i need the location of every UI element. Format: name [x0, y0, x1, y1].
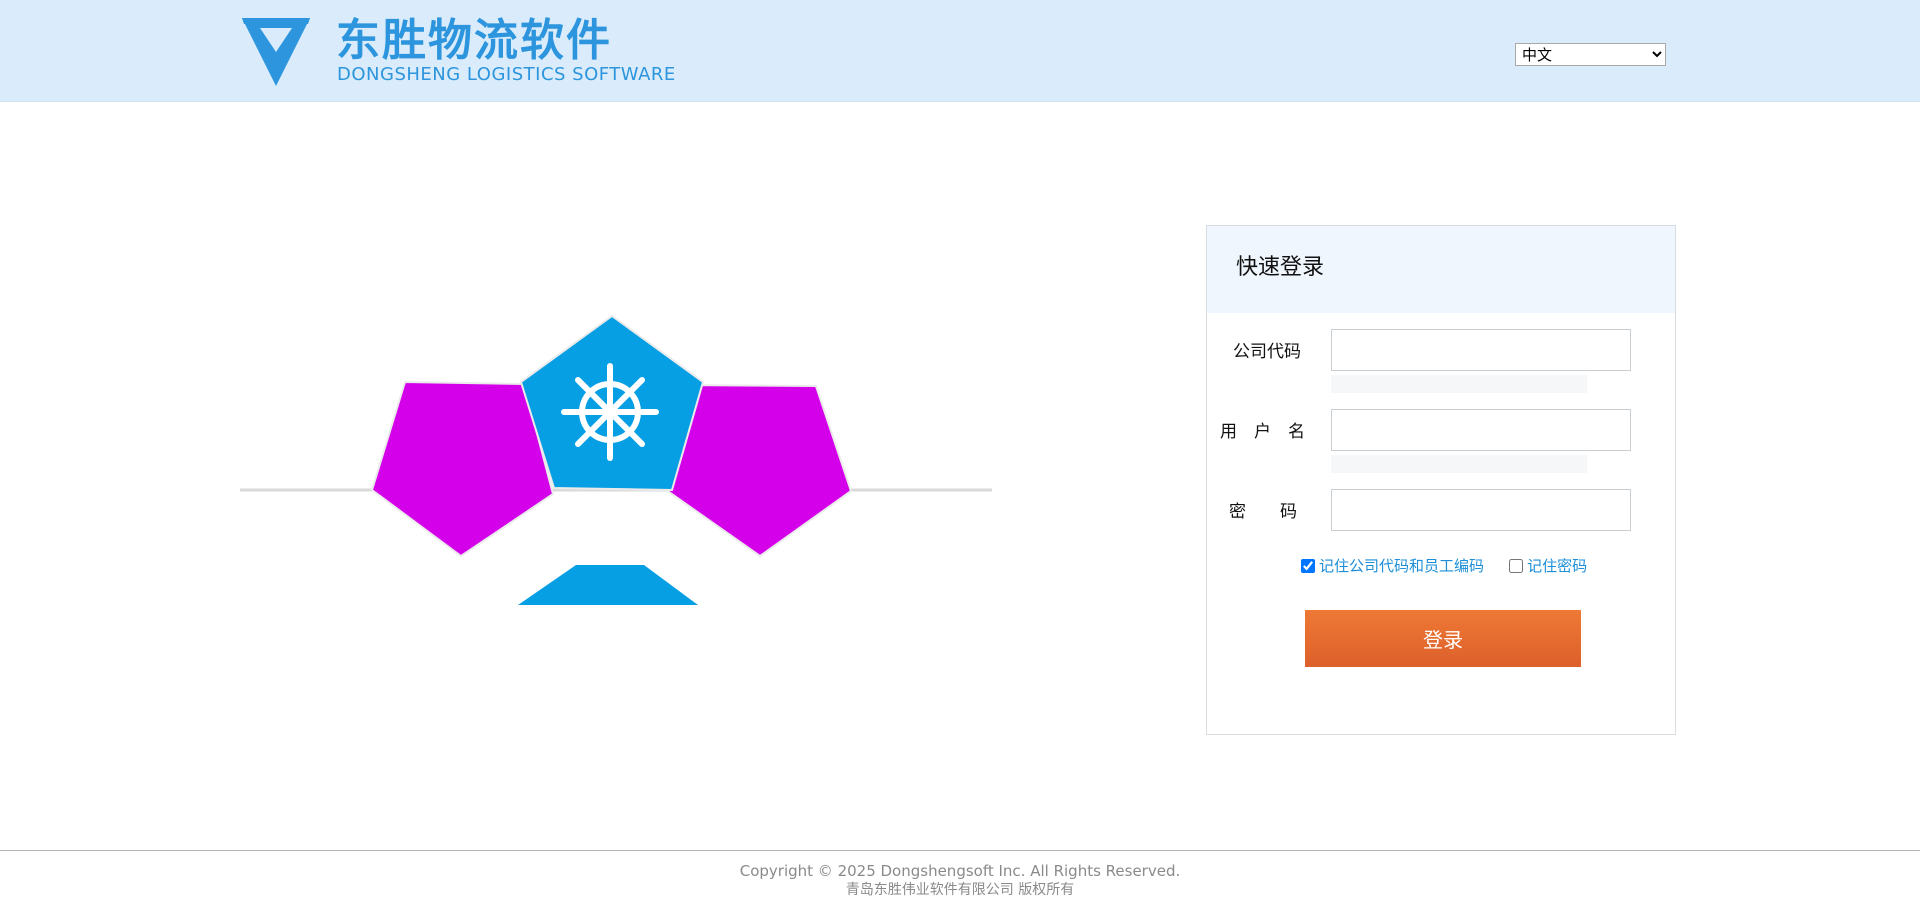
ship-wheel-icon: [561, 363, 659, 461]
company-code-hint: [1331, 375, 1587, 393]
remember-company-option[interactable]: 记住公司代码和员工编码: [1301, 555, 1484, 576]
diamond-logo-icon: [242, 18, 310, 86]
hero-illustration: [240, 314, 992, 605]
company-code-input[interactable]: [1331, 329, 1631, 371]
login-header: 快速登录: [1207, 226, 1675, 313]
password-input[interactable]: [1331, 489, 1631, 531]
logo-chinese-text: 东胜物流软件: [336, 15, 612, 66]
hero-left-pentagon: [370, 380, 555, 558]
username-input[interactable]: [1331, 409, 1631, 451]
footer-company: 青岛东胜伟业软件有限公司 版权所有: [845, 882, 1075, 898]
remember-password-checkbox[interactable]: [1509, 558, 1524, 573]
header-bar: 东胜物流软件 DONGSHENG LOGISTICS SOFTWARE 中文: [0, 0, 1920, 102]
remember-company-checkbox[interactable]: [1301, 558, 1315, 573]
password-label: 密 码: [1229, 502, 1297, 522]
username-hint: [1331, 455, 1587, 473]
remember-password-label[interactable]: 记住密码: [1527, 555, 1587, 576]
username-label: 用 户 名: [1220, 422, 1305, 442]
footer-divider: [0, 850, 1920, 851]
company-code-label: 公司代码: [1233, 342, 1301, 362]
footer-copyright: Copyright © 2025 Dongshengsoft Inc. All …: [739, 862, 1181, 880]
remember-password-option[interactable]: 记住密码: [1509, 555, 1587, 576]
login-title: 快速登录: [1236, 255, 1325, 280]
remember-company-label[interactable]: 记住公司代码和员工编码: [1319, 555, 1484, 576]
hero-right-pentagon: [667, 383, 853, 558]
logo-english-text: DONGSHENG LOGISTICS SOFTWARE: [337, 64, 676, 85]
hero-bottom-shape: [518, 565, 698, 605]
language-select[interactable]: 中文: [1515, 43, 1666, 66]
login-button[interactable]: 登录: [1305, 610, 1581, 667]
login-panel: 快速登录 公司代码 用 户 名 密 码 记住公司代码和员工编码 记住密码 登录: [1206, 225, 1676, 735]
brand-logo[interactable]: 东胜物流软件 DONGSHENG LOGISTICS SOFTWARE: [240, 12, 675, 92]
remember-options: 记住公司代码和员工编码 记住密码: [1301, 555, 1607, 577]
